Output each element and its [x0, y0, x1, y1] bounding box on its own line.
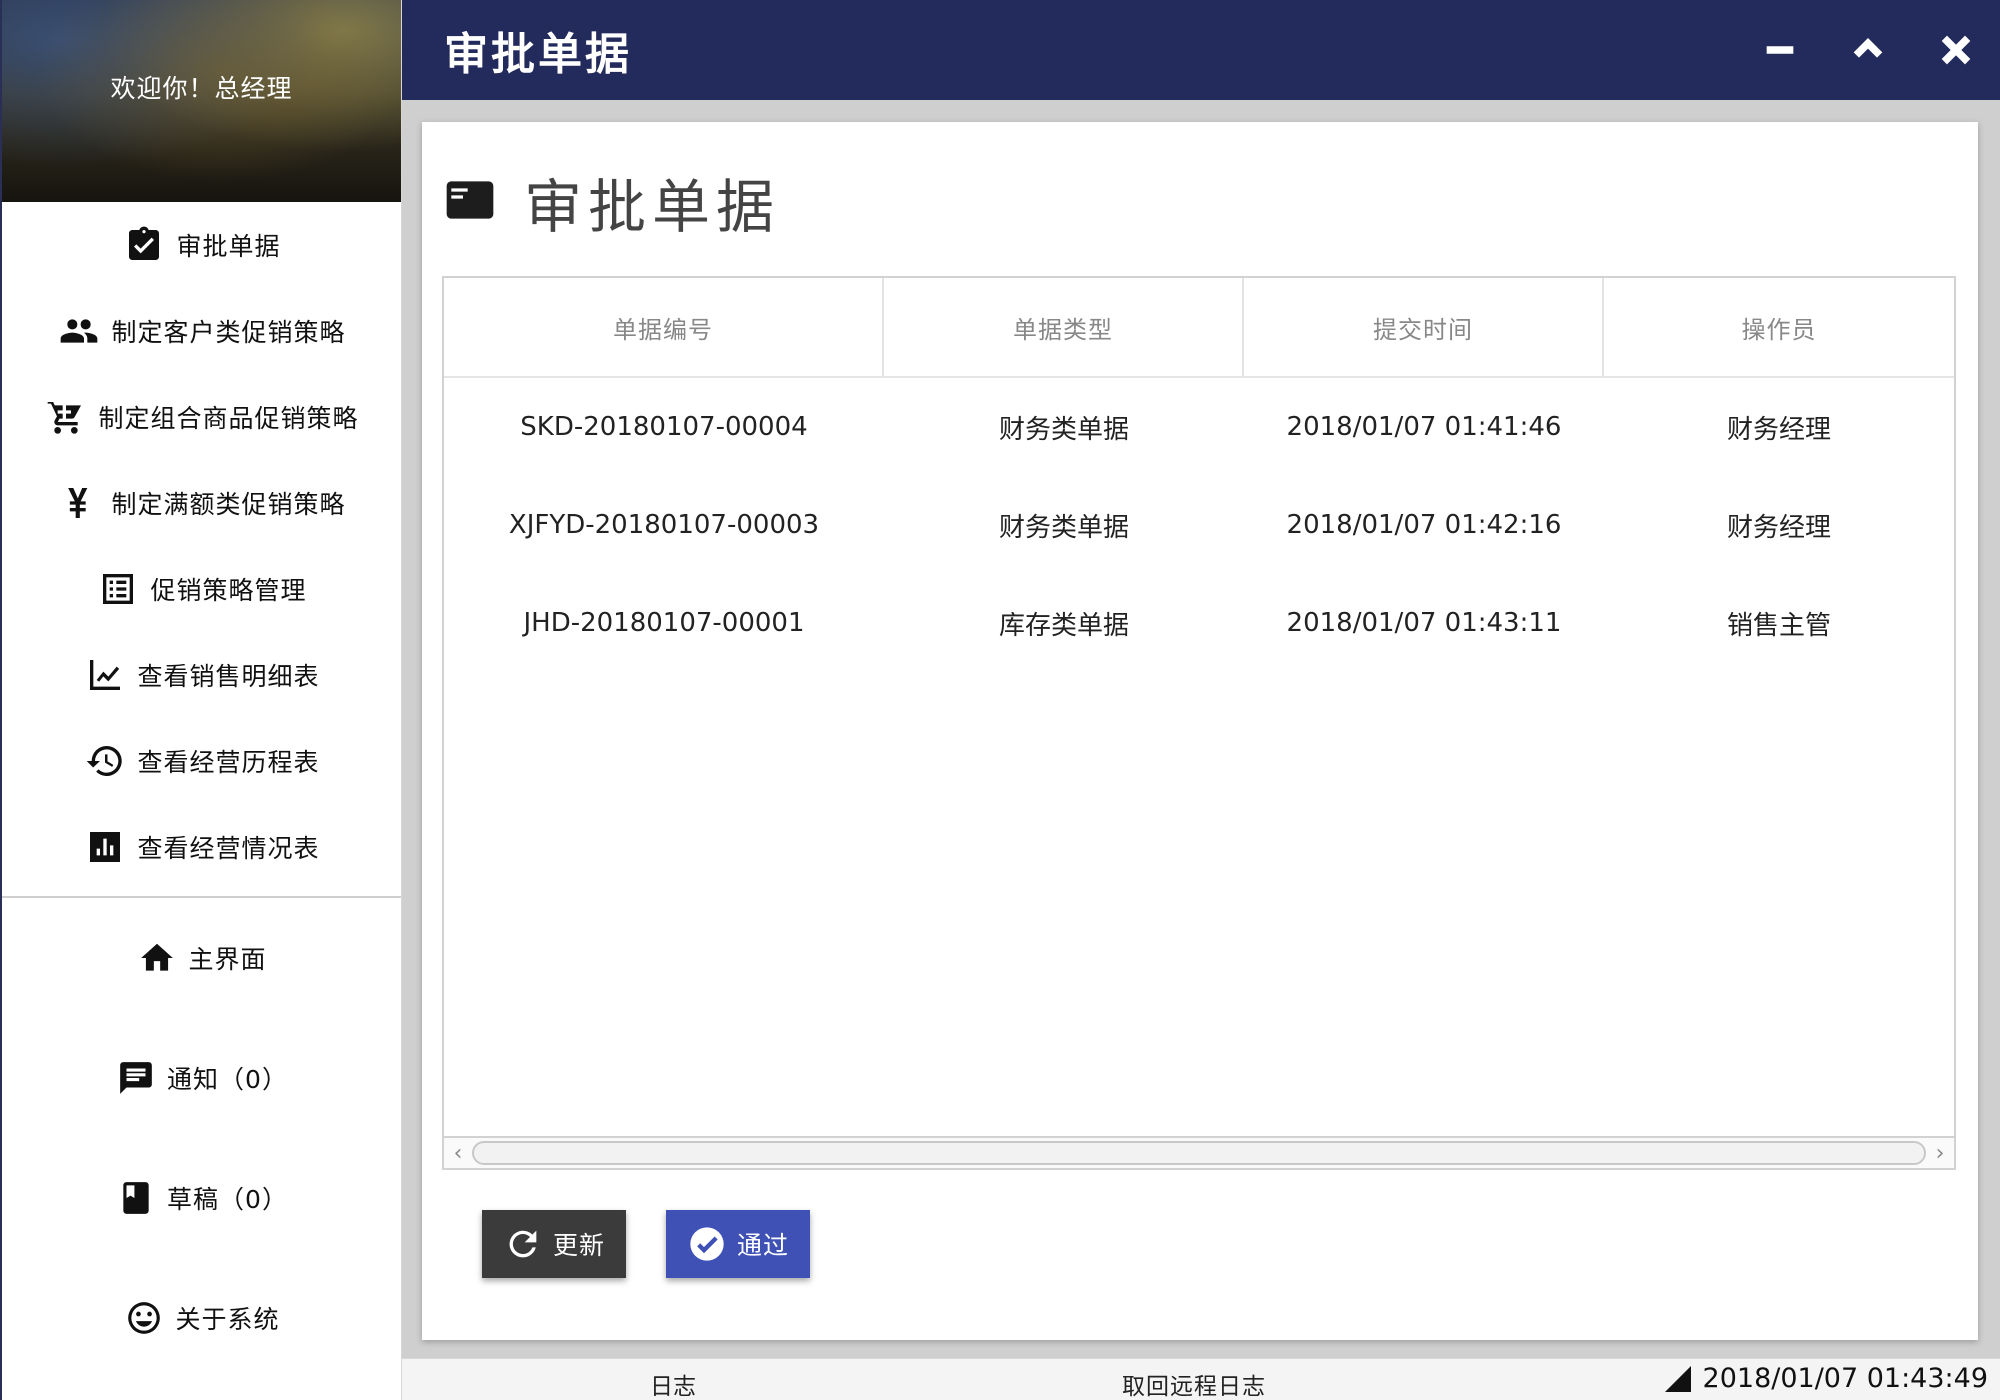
cell-submit-time: 2018/01/07 01:43:11	[1286, 608, 1562, 638]
notifications-label: 通知（0）	[167, 1065, 288, 1094]
sidebar-bottom: 主界面 通知（0） 草稿（0） 关于系统	[2, 898, 401, 1378]
log-link[interactable]: 日志	[650, 1367, 696, 1400]
sidebar-nav: 审批单据 制定客户类促销策略 制定组合商品促销策略 制定满额类促销策略 促销策略…	[2, 202, 401, 890]
cell-document-id: XJFYD-20180107-00003	[508, 510, 820, 540]
remote-log-link[interactable]: 取回远程日志	[1122, 1367, 1266, 1400]
book-icon	[115, 1177, 157, 1219]
cell-operator: 财务经理	[1726, 512, 1831, 543]
nav-item-sales-detail[interactable]: 查看销售明细表	[2, 632, 401, 718]
nav-label: 制定满额类促销策略	[111, 490, 346, 519]
home-button[interactable]: 主界面	[2, 898, 401, 1018]
nav-label: 制定组合商品促销策略	[98, 404, 359, 433]
status-clock: 2018/01/07 01:43:49	[1702, 1363, 1988, 1394]
column-header[interactable]: 操作员	[1604, 278, 1954, 376]
cell-document-type: 财务类单据	[998, 414, 1129, 445]
maximize-button[interactable]	[1824, 0, 1912, 100]
cell-document-id: SKD-20180107-00004	[520, 412, 808, 442]
table-row[interactable]: JHD-20180107-00001 库存类单据 2018/01/07 01:4…	[444, 574, 1954, 672]
cell-submit-time: 2018/01/07 01:42:16	[1286, 510, 1562, 540]
title-bar: 审批单据	[402, 0, 2000, 100]
minimize-button[interactable]	[1736, 0, 1824, 100]
bar-chart-icon	[83, 825, 127, 869]
nav-label: 查看经营历程表	[137, 748, 320, 777]
nav-item-bundle-promotion[interactable]: 制定组合商品促销策略	[2, 374, 401, 460]
nav-item-business-status[interactable]: 查看经营情况表	[2, 804, 401, 890]
history-icon	[83, 739, 127, 783]
home-icon	[136, 937, 178, 979]
nav-item-approve-documents[interactable]: 审批单据	[2, 202, 401, 288]
list-icon	[96, 567, 140, 611]
cell-operator: 财务经理	[1726, 414, 1831, 445]
signal-icon	[1664, 1365, 1691, 1392]
cell-document-type: 库存类单据	[998, 610, 1129, 641]
home-label: 主界面	[188, 945, 267, 974]
table-row[interactable]: SKD-20180107-00004 财务类单据 2018/01/07 01:4…	[444, 378, 1954, 476]
page-heading: 审批单据	[442, 160, 780, 244]
yen-icon	[57, 481, 101, 525]
cell-document-id: JHD-20180107-00001	[523, 608, 805, 638]
table-header: 单据编号 单据类型 提交时间 操作员	[444, 278, 1954, 378]
notifications-button[interactable]: 通知（0）	[2, 1018, 401, 1138]
scrollbar-thumb[interactable]	[472, 1141, 1926, 1165]
table-row[interactable]: XJFYD-20180107-00003 财务类单据 2018/01/07 01…	[444, 476, 1954, 574]
sidebar: 欢迎你！总经理 审批单据 制定客户类促销策略 制定组合商品促销策略 制定满额类促…	[0, 0, 402, 1400]
nav-item-promotion-management[interactable]: 促销策略管理	[2, 546, 401, 632]
nav-item-full-amount-promotion[interactable]: 制定满额类促销策略	[2, 460, 401, 546]
window-title: 审批单据	[444, 29, 632, 80]
column-header[interactable]: 提交时间	[1244, 278, 1604, 376]
nav-label: 查看经营情况表	[137, 834, 320, 863]
refresh-button[interactable]: 更新	[482, 1210, 626, 1278]
scroll-right-icon[interactable]: ›	[1926, 1138, 1954, 1168]
cell-submit-time: 2018/01/07 01:41:46	[1286, 412, 1562, 442]
nav-label: 促销策略管理	[150, 576, 307, 605]
approve-label: 通过	[736, 1231, 789, 1260]
nav-item-customer-promotion[interactable]: 制定客户类促销策略	[2, 288, 401, 374]
column-header[interactable]: 单据编号	[444, 278, 884, 376]
cart-icon	[44, 395, 88, 439]
smile-icon	[123, 1297, 165, 1339]
about-label: 关于系统	[175, 1305, 280, 1334]
cell-operator: 销售主管	[1726, 610, 1831, 641]
close-icon	[1941, 35, 1971, 65]
about-button[interactable]: 关于系统	[2, 1258, 401, 1378]
content-card: 审批单据 单据编号 单据类型 提交时间 操作员 SKD-20180107-000…	[422, 122, 1978, 1340]
nav-label: 制定客户类促销策略	[111, 318, 346, 347]
horizontal-scrollbar[interactable]: ‹ ›	[444, 1136, 1954, 1168]
close-button[interactable]	[1912, 0, 2000, 100]
refresh-icon	[509, 1230, 537, 1258]
status-bar: 日志 取回远程日志 2018/01/07 01:43:49	[402, 1358, 2000, 1400]
clipboard-check-icon	[122, 223, 166, 267]
drafts-label: 草稿（0）	[167, 1185, 288, 1214]
welcome-text: 欢迎你！总经理	[110, 74, 293, 103]
cell-document-type: 财务类单据	[998, 512, 1129, 543]
column-header[interactable]: 单据类型	[884, 278, 1244, 376]
sidebar-header: 欢迎你！总经理	[2, 0, 401, 202]
clock-area: 2018/01/07 01:43:49	[1664, 1363, 1988, 1394]
scroll-left-icon[interactable]: ‹	[444, 1138, 472, 1168]
nav-label: 查看销售明细表	[137, 662, 320, 691]
window-controls	[1736, 0, 2000, 100]
minimize-icon	[1766, 46, 1794, 54]
nav-item-business-history[interactable]: 查看经营历程表	[2, 718, 401, 804]
people-icon	[57, 309, 101, 353]
nav-label: 审批单据	[176, 232, 281, 261]
trend-chart-icon	[83, 653, 127, 697]
page-title: 审批单据	[524, 173, 781, 241]
check-circle-icon	[690, 1227, 724, 1261]
message-icon	[115, 1057, 157, 1099]
approve-button[interactable]: 通过	[666, 1210, 810, 1278]
documents-table: 单据编号 单据类型 提交时间 操作员 SKD-20180107-00004 财务…	[442, 276, 1956, 1170]
refresh-label: 更新	[552, 1231, 605, 1260]
drafts-button[interactable]: 草稿（0）	[2, 1138, 401, 1258]
chevron-up-icon	[1853, 38, 1883, 58]
card-icon	[442, 172, 498, 232]
